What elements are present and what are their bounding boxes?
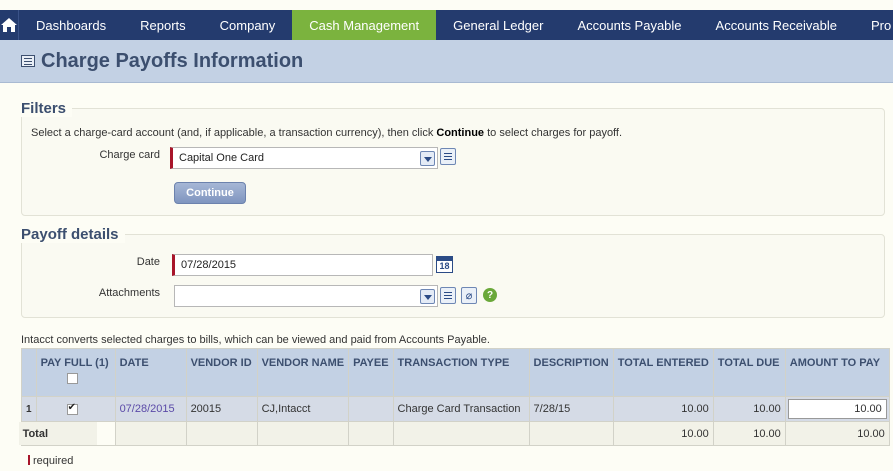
date-label: Date: [136, 256, 160, 268]
required-legend: required: [28, 455, 73, 467]
total-amount-to-pay: 10.00: [784, 421, 890, 446]
attachments-list-icon[interactable]: [440, 287, 456, 304]
required-label: required: [33, 455, 74, 467]
pay-full-all-checkbox[interactable]: [66, 372, 78, 384]
col-row-num: [21, 348, 37, 397]
charge-card-list-icon[interactable]: [440, 148, 456, 165]
nav-reports[interactable]: Reports: [123, 10, 203, 40]
nav-dashboards[interactable]: Dashboards: [19, 10, 123, 40]
filters-instruction: Select a charge-card account (and, if ap…: [31, 127, 623, 139]
row-vendor-name: CJ,Intacct: [256, 396, 350, 422]
table-total-row: Total 10.00 10.00 10.00: [17, 421, 890, 446]
col-payee: PAYEE: [348, 348, 394, 397]
row-number: 1: [21, 396, 37, 422]
total-entered: 10.00: [612, 421, 714, 446]
row-payee: [348, 396, 394, 422]
page-header: Charge Payoffs Information: [0, 40, 893, 83]
payables-note: Intacct converts selected charges to bil…: [21, 334, 490, 346]
nav-company[interactable]: Company: [203, 10, 293, 40]
payoff-title: Payoff details: [21, 226, 125, 243]
charge-card-dropdown-icon[interactable]: [420, 151, 435, 166]
col-transaction-type: TRANSACTION TYPE: [392, 348, 530, 397]
payoff-panel: [21, 234, 885, 318]
pay-full-cell: [35, 396, 116, 422]
list-icon[interactable]: [21, 55, 35, 67]
nav-accounts-payable[interactable]: Accounts Payable: [560, 10, 698, 40]
table-header-row: PAY FULL (1) DATE VENDOR ID VENDOR NAME …: [21, 348, 890, 397]
help-icon[interactable]: ?: [483, 288, 497, 302]
nav-general-ledger[interactable]: General Ledger: [436, 10, 560, 40]
col-total-due: TOTAL DUE: [712, 348, 786, 397]
top-nav: Dashboards Reports Company Cash Manageme…: [0, 10, 893, 40]
pay-full-checkbox[interactable]: [66, 402, 78, 415]
charge-card-label: Charge card: [99, 149, 160, 161]
row-transaction-type: Charge Card Transaction: [392, 396, 530, 422]
charges-table: PAY FULL (1) DATE VENDOR ID VENDOR NAME …: [17, 348, 890, 446]
row-description: 7/28/15: [528, 396, 614, 422]
required-marker: [28, 455, 30, 465]
row-date[interactable]: 07/28/2015: [114, 396, 187, 422]
nav-projects[interactable]: Pro: [854, 10, 893, 40]
col-vendor-name: VENDOR NAME: [256, 348, 350, 397]
row-date-link[interactable]: 07/28/2015: [120, 403, 175, 415]
paperclip-icon[interactable]: ⌀: [461, 287, 477, 304]
total-label: Total: [17, 421, 98, 446]
charge-card-select[interactable]: Capital One Card: [170, 147, 438, 169]
date-field[interactable]: 07/28/2015: [172, 254, 433, 276]
filters-title: Filters: [21, 100, 73, 117]
home-icon[interactable]: [0, 10, 19, 40]
col-description: DESCRIPTION: [528, 348, 614, 397]
row-vendor-id: 20015: [185, 396, 258, 422]
col-pay-full-label: PAY FULL (1): [40, 357, 109, 369]
col-pay-full: PAY FULL (1): [35, 348, 116, 397]
continue-button[interactable]: Continue: [174, 182, 246, 204]
page-title: Charge Payoffs Information: [41, 49, 304, 72]
attachments-dropdown-icon[interactable]: [420, 289, 435, 304]
col-vendor-id: VENDOR ID: [185, 348, 258, 397]
nav-accounts-receivable[interactable]: Accounts Receivable: [699, 10, 854, 40]
amount-to-pay-input[interactable]: 10.00: [787, 399, 887, 419]
total-due: 10.00: [712, 421, 786, 446]
col-amount-to-pay: AMOUNT TO PAY: [784, 348, 890, 397]
row-amount-cell: 10.00: [784, 396, 890, 422]
row-total-due: 10.00: [712, 396, 786, 422]
attachments-label: Attachments: [98, 287, 160, 299]
col-total-entered: TOTAL ENTERED: [612, 348, 714, 397]
col-date: DATE: [114, 348, 187, 397]
attachments-select[interactable]: [174, 285, 438, 307]
calendar-icon[interactable]: 18: [436, 256, 453, 273]
table-row: 1 07/28/2015 20015 CJ,Intacct Charge Car…: [21, 396, 890, 422]
row-total-entered: 10.00: [612, 396, 714, 422]
nav-cash-management[interactable]: Cash Management: [292, 10, 437, 40]
